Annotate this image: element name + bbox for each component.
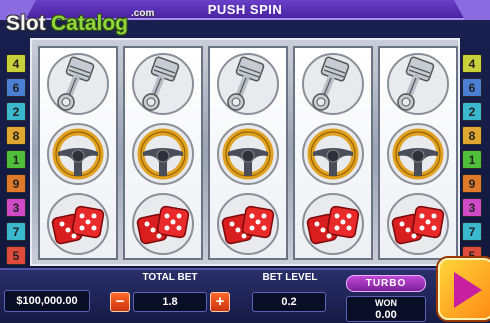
won-value: 0.00 bbox=[375, 309, 397, 321]
piston-icon bbox=[46, 52, 110, 116]
piston-icon bbox=[216, 52, 280, 116]
steering-wheel-icon bbox=[131, 122, 195, 186]
dice-icon bbox=[216, 192, 280, 256]
won-label: WON bbox=[375, 298, 397, 308]
reel-3 bbox=[208, 46, 288, 260]
payline-markers-right: 462819375 bbox=[462, 54, 484, 270]
steering-wheel-icon bbox=[301, 122, 365, 186]
payline-marker: 6 bbox=[462, 78, 482, 97]
payline-marker: 8 bbox=[462, 126, 482, 145]
dice-icon bbox=[131, 192, 195, 256]
payline-marker: 5 bbox=[6, 246, 26, 265]
logo-part-catalog: Catalog bbox=[51, 12, 129, 35]
steering-wheel-icon bbox=[46, 122, 110, 186]
payline-marker: 9 bbox=[462, 174, 482, 193]
payline-marker: 7 bbox=[6, 222, 26, 241]
payline-markers-left: 4 6 2 8 1 9 3 7 5 bbox=[6, 54, 28, 270]
steering-wheel-icon bbox=[386, 122, 450, 186]
payline-marker: 4 bbox=[6, 54, 26, 73]
payline-marker: 9 bbox=[6, 174, 26, 193]
won-display: WON 0.00 bbox=[346, 296, 426, 322]
total-bet-label: TOTAL BET bbox=[142, 272, 198, 283]
payline-marker: 1 bbox=[6, 150, 26, 169]
reel-5 bbox=[378, 46, 458, 260]
payline-marker: 3 bbox=[462, 198, 482, 217]
play-arrow-icon bbox=[454, 272, 482, 308]
logo-suffix: .com bbox=[131, 8, 155, 19]
bet-level-value[interactable]: 0.2 bbox=[252, 292, 326, 312]
piston-icon bbox=[301, 52, 365, 116]
payline-marker: 6 bbox=[6, 78, 26, 97]
piston-icon bbox=[131, 52, 195, 116]
slot-game: PUSH SPIN Slot Catalog .com 462819375 46… bbox=[0, 0, 490, 323]
balance-display: $100,000.00 bbox=[4, 290, 90, 312]
spin-button[interactable] bbox=[438, 258, 490, 320]
dice-icon bbox=[301, 192, 365, 256]
reel-1 bbox=[38, 46, 118, 260]
turbo-button[interactable]: TURBO bbox=[346, 275, 426, 292]
payline-marker: 4 bbox=[462, 54, 482, 73]
payline-marker: 2 bbox=[6, 102, 26, 121]
dice-icon bbox=[386, 192, 450, 256]
payline-marker: 8 bbox=[6, 126, 26, 145]
steering-wheel-icon bbox=[216, 122, 280, 186]
control-panel: $100,000.00 TOTAL BET − 1.8 + BET LEVEL … bbox=[0, 268, 490, 323]
payline-marker: 1 bbox=[462, 150, 482, 169]
total-bet-value: 1.8 bbox=[133, 292, 207, 312]
dice-icon bbox=[46, 192, 110, 256]
total-bet-plus-button[interactable]: + bbox=[210, 292, 230, 312]
payline-marker: 2 bbox=[462, 102, 482, 121]
bet-level-label: BET LEVEL bbox=[262, 272, 318, 283]
piston-icon bbox=[386, 52, 450, 116]
total-bet-minus-button[interactable]: − bbox=[110, 292, 130, 312]
payline-marker: 7 bbox=[462, 222, 482, 241]
logo-part-slot: Slot bbox=[6, 12, 46, 35]
reel-2 bbox=[123, 46, 203, 260]
reel-4 bbox=[293, 46, 373, 260]
watermark-logo: Slot Catalog .com bbox=[6, 6, 156, 40]
payline-marker: 3 bbox=[6, 198, 26, 217]
